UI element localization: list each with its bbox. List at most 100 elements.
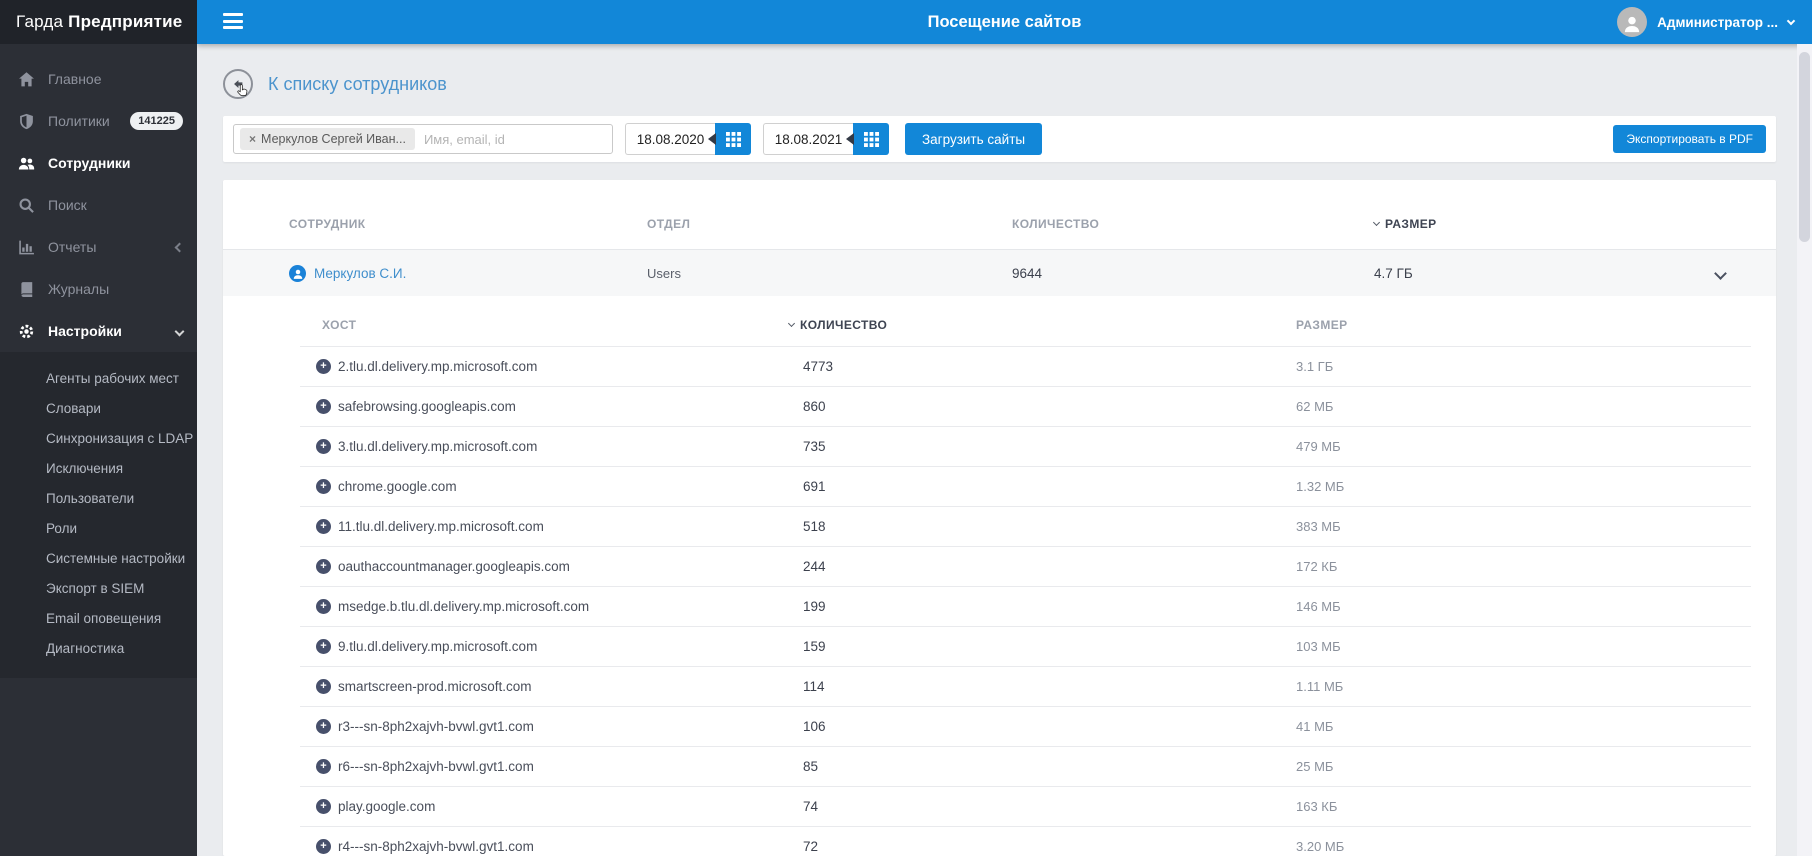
employee-row[interactable]: Меркулов С.И. Users 9644 4.7 ГБ bbox=[223, 250, 1776, 296]
sidebar-item-home[interactable]: Главное bbox=[0, 58, 197, 100]
host-row[interactable]: +9.tlu.dl.delivery.mp.microsoft.com 159 … bbox=[300, 626, 1751, 666]
host-row[interactable]: + chrome.google.com 691 1.32 МБ bbox=[300, 466, 1751, 506]
expand-plus-icon[interactable]: + bbox=[316, 839, 331, 854]
user-name: Администратор ... bbox=[1657, 14, 1778, 30]
expand-plus-icon[interactable]: + bbox=[316, 799, 331, 814]
vertical-scrollbar[interactable] bbox=[1797, 44, 1812, 856]
load-sites-button[interactable]: Загрузить сайты bbox=[905, 123, 1043, 155]
host-size: 479 МБ bbox=[1296, 439, 1341, 454]
column-header-host-size[interactable]: РАЗМЕР bbox=[1288, 318, 1751, 332]
sidebar-item-reports[interactable]: Отчеты bbox=[0, 226, 197, 268]
host-row[interactable]: + r3---sn-8ph2xajvh-bvwl.gvt1.com 106 41 … bbox=[300, 706, 1751, 746]
host-size: 163 КБ bbox=[1296, 799, 1338, 814]
main-content: К списку сотрудников × Меркулов Сергей И… bbox=[197, 44, 1812, 856]
date-from-input[interactable]: 18.08.2020 bbox=[625, 123, 715, 155]
column-header-count[interactable]: КОЛИЧЕСТВО bbox=[1012, 217, 1374, 231]
scrollbar-thumb[interactable] bbox=[1799, 52, 1810, 242]
column-header-department[interactable]: ОТДЕЛ bbox=[647, 217, 1012, 231]
submenu-item-siem-export[interactable]: Экспорт в SIEM bbox=[0, 574, 197, 604]
topbar: Посещение сайтов Администратор ... bbox=[197, 0, 1812, 44]
sidebar-item-label: Сотрудники bbox=[48, 155, 131, 171]
submenu-item-users[interactable]: Пользователи bbox=[0, 484, 197, 514]
host-count: 199 bbox=[803, 599, 826, 614]
expand-plus-icon[interactable]: + bbox=[316, 359, 331, 374]
host-row[interactable]: + smartscreen-prod.microsoft.com 114 1.11… bbox=[300, 666, 1751, 706]
submenu-item-roles[interactable]: Роли bbox=[0, 514, 197, 544]
app-logo: Гарда Предприятие bbox=[0, 0, 197, 44]
submenu-item-exceptions[interactable]: Исключения bbox=[0, 454, 197, 484]
host-row[interactable]: + oauthaccountmanager.googleapis.com 244 … bbox=[300, 546, 1751, 586]
host-name: 3.tlu.dl.delivery.mp.microsoft.com bbox=[338, 439, 538, 454]
host-size: 1.32 МБ bbox=[1296, 479, 1345, 494]
sidebar-item-journals[interactable]: Журналы bbox=[0, 268, 197, 310]
host-row[interactable]: +3.tlu.dl.delivery.mp.microsoft.com 735 … bbox=[300, 426, 1751, 466]
sidebar-item-employees[interactable]: Сотрудники bbox=[0, 142, 197, 184]
expand-plus-icon[interactable]: + bbox=[316, 479, 331, 494]
chip-remove-icon[interactable]: × bbox=[249, 133, 256, 145]
host-size: 172 КБ bbox=[1296, 559, 1338, 574]
back-to-employees-link[interactable]: К списку сотрудников bbox=[268, 74, 447, 95]
host-row[interactable]: +11.tlu.dl.delivery.mp.microsoft.com 518… bbox=[300, 506, 1751, 546]
sidebar-item-settings[interactable]: Настройки bbox=[0, 310, 197, 352]
column-header-size-sorted[interactable]: РАЗМЕР bbox=[1372, 217, 1716, 231]
host-row[interactable]: +2.tlu.dl.delivery.mp.microsoft.com 4773… bbox=[300, 346, 1751, 386]
host-name: 2.tlu.dl.delivery.mp.microsoft.com bbox=[338, 359, 538, 374]
shield-icon bbox=[18, 113, 35, 130]
expand-plus-icon[interactable]: + bbox=[316, 639, 331, 654]
avatar bbox=[1617, 7, 1648, 37]
chevron-down-icon bbox=[1714, 266, 1727, 280]
expand-plus-icon[interactable]: + bbox=[316, 759, 331, 774]
employee-size: 4.7 ГБ bbox=[1374, 265, 1413, 281]
calendar-from-button[interactable] bbox=[708, 123, 751, 155]
host-count: 4773 bbox=[803, 359, 834, 374]
expand-plus-icon[interactable]: + bbox=[316, 679, 331, 694]
sidebar-item-policies[interactable]: Политики 141225 bbox=[0, 100, 197, 142]
expand-plus-icon[interactable]: + bbox=[316, 439, 331, 454]
calendar-to-button[interactable] bbox=[846, 123, 889, 155]
expand-plus-icon[interactable]: + bbox=[316, 719, 331, 734]
host-count: 106 bbox=[803, 719, 826, 734]
employee-table-header: СОТРУДНИК ОТДЕЛ КОЛИЧЕСТВО РАЗМЕР bbox=[223, 180, 1776, 250]
expand-plus-icon[interactable]: + bbox=[316, 399, 331, 414]
host-row[interactable]: + safebrowsing.googleapis.com 860 62 МБ bbox=[300, 386, 1751, 426]
submenu-item-dictionaries[interactable]: Словари bbox=[0, 394, 197, 424]
employee-name-link[interactable]: Меркулов С.И. bbox=[314, 266, 406, 281]
host-size: 25 МБ bbox=[1296, 759, 1334, 774]
hosts-table: ХОСТ КОЛИЧЕСТВО РАЗМЕР +2.tlu.dl.deliver… bbox=[300, 296, 1751, 856]
submenu-item-ldap-sync[interactable]: Синхронизация с LDAP bbox=[0, 424, 197, 454]
submenu-item-agents[interactable]: Агенты рабочих мест bbox=[0, 364, 197, 394]
submenu-item-email-alerts[interactable]: Email оповещения bbox=[0, 604, 197, 634]
host-row[interactable]: + r6---sn-8ph2xajvh-bvwl.gvt1.com 85 25 М… bbox=[300, 746, 1751, 786]
employee-chip[interactable]: × Меркулов Сергей Иван... bbox=[240, 128, 415, 150]
submenu-item-diagnostics[interactable]: Диагностика bbox=[0, 634, 197, 664]
expand-plus-icon[interactable]: + bbox=[316, 519, 331, 534]
chevron-down-icon bbox=[1786, 16, 1796, 25]
collapse-row-control[interactable] bbox=[1714, 266, 1776, 281]
book-icon bbox=[18, 281, 35, 298]
sort-desc-icon bbox=[1372, 218, 1381, 227]
export-pdf-button[interactable]: Экспортировать в PDF bbox=[1613, 125, 1766, 153]
host-count: 691 bbox=[803, 479, 826, 494]
sidebar-item-search[interactable]: Поиск bbox=[0, 184, 197, 226]
expand-plus-icon[interactable]: + bbox=[316, 599, 331, 614]
calendar-grid-icon bbox=[725, 131, 741, 147]
search-input[interactable] bbox=[423, 131, 606, 147]
expand-plus-icon[interactable]: + bbox=[316, 559, 331, 574]
date-to-input[interactable]: 18.08.2021 bbox=[763, 123, 853, 155]
host-row[interactable]: + play.google.com 74 163 КБ bbox=[300, 786, 1751, 826]
host-name: 11.tlu.dl.delivery.mp.microsoft.com bbox=[338, 519, 544, 534]
back-button[interactable] bbox=[223, 69, 253, 99]
host-row[interactable]: + r4---sn-8ph2xajvh-bvwl.gvt1.com 72 3.20… bbox=[300, 826, 1751, 856]
notch-arrow-icon bbox=[846, 133, 854, 145]
date-from-group: 18.08.2020 bbox=[625, 123, 751, 155]
column-header-host[interactable]: ХОСТ bbox=[300, 318, 795, 332]
column-header-employee[interactable]: СОТРУДНИК bbox=[289, 217, 647, 231]
host-name: smartscreen-prod.microsoft.com bbox=[338, 679, 532, 694]
gear-icon bbox=[18, 323, 35, 340]
submenu-item-system-settings[interactable]: Системные настройки bbox=[0, 544, 197, 574]
employee-filter-field[interactable]: × Меркулов Сергей Иван... bbox=[233, 124, 613, 154]
user-menu[interactable]: Администратор ... bbox=[1617, 0, 1796, 44]
column-header-host-count-sorted[interactable]: КОЛИЧЕСТВО bbox=[787, 318, 1288, 332]
host-row[interactable]: + msedge.b.tlu.dl.delivery.mp.microsoft.c… bbox=[300, 586, 1751, 626]
sidebar-item-label: Журналы bbox=[48, 281, 110, 297]
